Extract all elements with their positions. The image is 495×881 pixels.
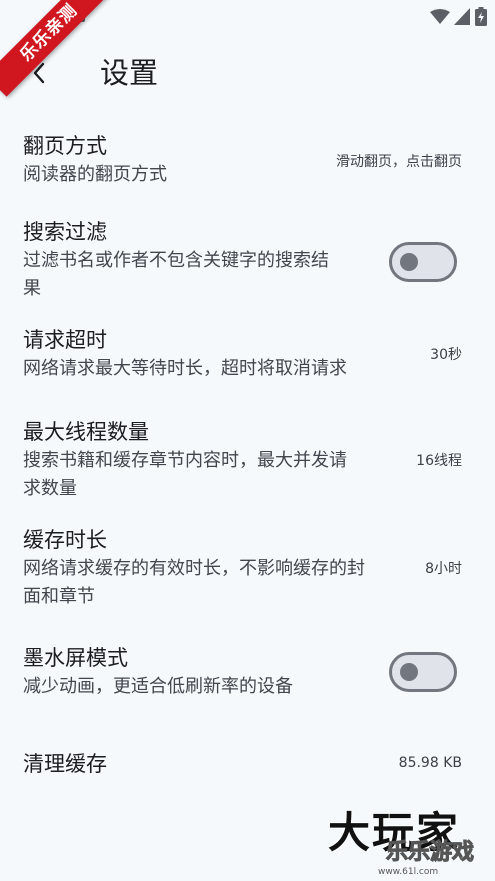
setting-title: 缓存时长	[23, 528, 107, 552]
setting-request-timeout[interactable]: 请求超时 网络请求最大等待时长，超时将取消请求 30秒	[0, 320, 495, 414]
wifi-icon	[430, 8, 450, 24]
setting-text: 搜索过滤 过滤书名或作者不包含关键字的搜索结 果	[23, 218, 329, 303]
settings-list: 翻页方式 阅读器的翻页方式 滑动翻页，点击翻页 搜索过滤 过滤书名或作者不包含关…	[0, 120, 495, 820]
setting-max-threads[interactable]: 最大线程数量 搜索书籍和缓存章节内容时，最大并发请 求数量 16线程	[0, 414, 495, 524]
setting-description: 过滤书名或作者不包含关键字的搜索结	[23, 250, 329, 271]
setting-value: 滑动翻页，点击翻页	[336, 154, 462, 170]
watermark: 大玩家 乐乐游戏 www.61l.com	[326, 808, 495, 881]
setting-page-turn[interactable]: 翻页方式 阅读器的翻页方式 滑动翻页，点击翻页	[0, 120, 495, 204]
setting-search-filter[interactable]: 搜索过滤 过滤书名或作者不包含关键字的搜索结 果	[0, 204, 495, 320]
setting-title: 最大线程数量	[23, 420, 149, 444]
setting-title: 翻页方式	[23, 134, 107, 158]
setting-cache-duration[interactable]: 缓存时长 网络请求缓存的有效时长，不影响缓存的封 面和章节 8小时	[0, 524, 495, 642]
setting-description: 减少动画，更适合低刷新率的设备	[23, 676, 293, 697]
setting-eink-mode[interactable]: 墨水屏模式 减少动画，更适合低刷新率的设备	[0, 642, 495, 740]
watermark-sub: 乐乐游戏	[385, 840, 475, 866]
eink-mode-toggle[interactable]	[389, 652, 457, 692]
setting-text: 清理缓存	[23, 750, 107, 778]
setting-description: 网络请求最大等待时长，超时将取消请求	[23, 358, 347, 379]
setting-text: 墨水屏模式 减少动画，更适合低刷新率的设备	[23, 644, 293, 701]
setting-text: 翻页方式 阅读器的翻页方式	[23, 132, 167, 189]
page-title: 设置	[100, 56, 159, 90]
watermark-url: www.61l.com	[378, 867, 439, 877]
setting-value: 16线程	[416, 453, 462, 469]
app-bar: 设置	[0, 44, 495, 104]
setting-text: 最大线程数量 搜索书籍和缓存章节内容时，最大并发请 求数量	[23, 418, 347, 503]
setting-description-cont: 面和章节	[23, 586, 95, 607]
status-icons	[430, 7, 487, 26]
toggle-knob	[400, 663, 418, 681]
toggle-knob	[400, 253, 418, 271]
setting-description: 搜索书籍和缓存章节内容时，最大并发请	[23, 450, 347, 471]
setting-title: 请求超时	[23, 328, 107, 352]
setting-description-cont: 求数量	[23, 478, 77, 499]
setting-value: 30秒	[430, 347, 462, 363]
setting-text: 请求超时 网络请求最大等待时长，超时将取消请求	[23, 326, 347, 383]
battery-charging-icon	[475, 7, 487, 26]
setting-text: 缓存时长 网络请求缓存的有效时长，不影响缓存的封 面和章节	[23, 526, 365, 611]
setting-title: 搜索过滤	[23, 220, 107, 244]
setting-description-cont: 果	[23, 278, 41, 299]
setting-title: 墨水屏模式	[23, 646, 128, 670]
signal-icon	[454, 8, 470, 25]
setting-title: 清理缓存	[23, 752, 107, 776]
setting-value: 85.98 KB	[398, 755, 462, 771]
setting-description: 阅读器的翻页方式	[23, 164, 167, 185]
search-filter-toggle[interactable]	[389, 242, 457, 282]
setting-description: 网络请求缓存的有效时长，不影响缓存的封	[23, 558, 365, 579]
setting-value: 8小时	[425, 561, 462, 577]
